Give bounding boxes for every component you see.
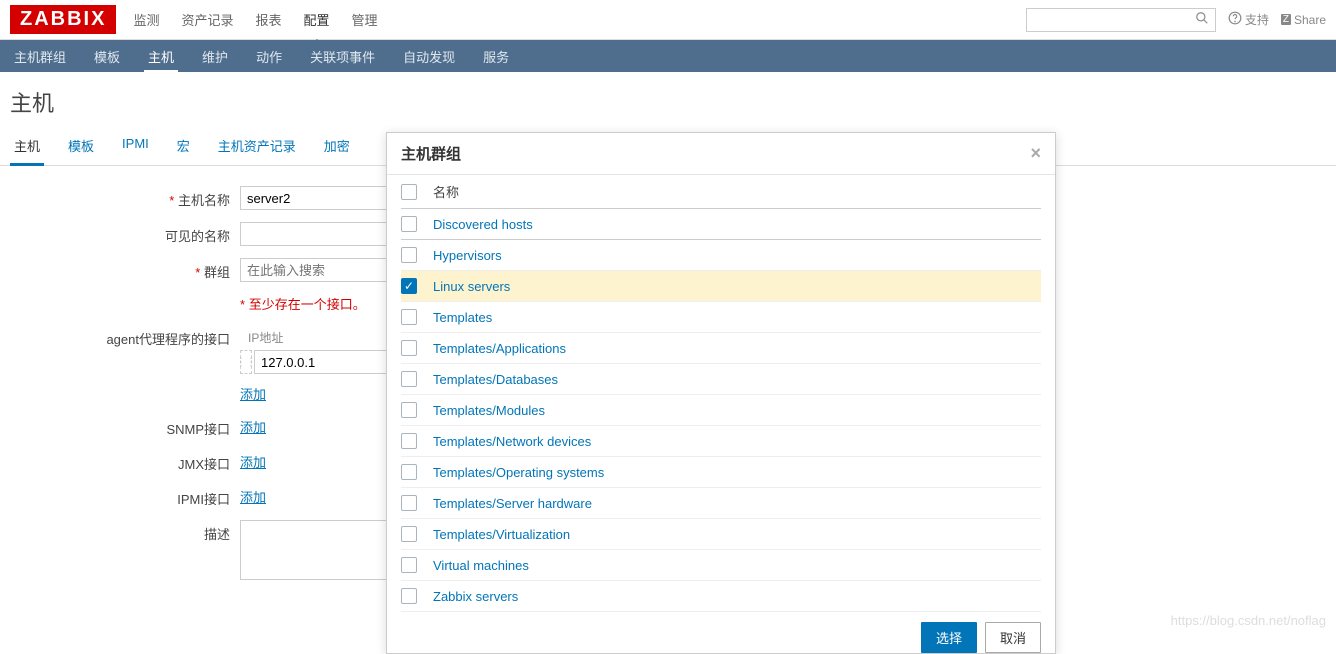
top-nav-item[interactable]: 报表 bbox=[253, 0, 283, 39]
group-row[interactable]: Templates bbox=[401, 302, 1041, 333]
group-name[interactable]: Templates/Applications bbox=[433, 341, 566, 356]
top-right: 支持 Z Share bbox=[1026, 8, 1326, 32]
host-name-label: * 主机名称 bbox=[10, 186, 240, 209]
group-row[interactable]: Discovered hosts bbox=[401, 209, 1041, 240]
drag-handle-icon[interactable]: ⋮⋮ bbox=[240, 350, 252, 374]
ipmi-label: IPMI接口 bbox=[10, 485, 240, 508]
share-label: Share bbox=[1294, 13, 1326, 27]
sub-nav: 主机群组模板主机维护动作关联项事件自动发现服务 bbox=[0, 40, 1336, 72]
logo[interactable]: ZABBIX bbox=[10, 5, 116, 34]
group-checkbox[interactable] bbox=[401, 216, 417, 232]
support-link[interactable]: 支持 bbox=[1228, 11, 1269, 28]
group-row[interactable]: Templates/Virtualization bbox=[401, 519, 1041, 550]
group-checkbox[interactable] bbox=[401, 588, 417, 604]
page-title: 主机 bbox=[0, 72, 1336, 128]
group-row[interactable]: Templates/Operating systems bbox=[401, 457, 1041, 488]
jmx-label: JMX接口 bbox=[10, 450, 240, 473]
interface-hint-label bbox=[10, 294, 240, 298]
group-header-row: 名称 bbox=[401, 175, 1041, 209]
sub-nav-item[interactable]: 服务 bbox=[479, 40, 513, 73]
group-checkbox[interactable] bbox=[401, 557, 417, 573]
group-name[interactable]: Templates/Databases bbox=[433, 372, 558, 387]
group-checkbox[interactable] bbox=[401, 526, 417, 542]
top-nav-item[interactable]: 资产记录 bbox=[179, 0, 235, 39]
watermark: https://blog.csdn.net/noflag bbox=[1171, 613, 1326, 628]
modal-title: 主机群组 bbox=[401, 143, 461, 164]
group-checkbox[interactable] bbox=[401, 309, 417, 325]
group-checkbox[interactable] bbox=[401, 371, 417, 387]
group-name[interactable]: Hypervisors bbox=[433, 248, 502, 263]
groups-label: * 群组 bbox=[10, 258, 240, 281]
group-row[interactable]: Templates/Server hardware bbox=[401, 488, 1041, 519]
search-icon bbox=[1195, 11, 1209, 28]
group-checkbox[interactable] bbox=[401, 247, 417, 263]
share-badge: Z bbox=[1281, 14, 1291, 25]
agent-label: agent代理程序的接口 bbox=[10, 325, 240, 348]
form-tab[interactable]: 主机 bbox=[10, 128, 44, 166]
group-name[interactable]: Templates/Modules bbox=[433, 403, 545, 418]
group-name[interactable]: Templates/Operating systems bbox=[433, 465, 604, 480]
group-checkbox[interactable]: ✓ bbox=[401, 278, 417, 294]
modal-header: 主机群组 × bbox=[387, 133, 1055, 175]
group-checkbox[interactable] bbox=[401, 340, 417, 356]
group-row[interactable]: ✓ Linux servers bbox=[401, 271, 1041, 302]
close-icon[interactable]: × bbox=[1030, 143, 1041, 164]
group-name[interactable]: Templates/Virtualization bbox=[433, 527, 570, 542]
group-name[interactable]: Virtual machines bbox=[433, 558, 529, 573]
select-all-checkbox[interactable] bbox=[401, 184, 417, 200]
agent-add-link[interactable]: 添加 bbox=[240, 382, 266, 403]
group-row[interactable]: Virtual machines bbox=[401, 550, 1041, 581]
group-row[interactable]: Hypervisors bbox=[401, 240, 1041, 271]
group-checkbox[interactable] bbox=[401, 433, 417, 449]
top-nav: 监测资产记录报表配置管理 bbox=[131, 0, 379, 39]
group-name[interactable]: Linux servers bbox=[433, 279, 510, 294]
group-checkbox[interactable] bbox=[401, 464, 417, 480]
host-groups-modal: 主机群组 × 名称 Discovered hosts Hypervisors ✓ Li… bbox=[386, 132, 1056, 654]
snmp-label: SNMP接口 bbox=[10, 415, 240, 438]
top-header: ZABBIX 监测资产记录报表配置管理 支持 Z Share bbox=[0, 0, 1336, 40]
sub-nav-item[interactable]: 维护 bbox=[198, 40, 232, 73]
interface-hint: * 至少存在一个接口。 bbox=[240, 294, 366, 313]
form-tab[interactable]: 宏 bbox=[173, 128, 194, 165]
group-name[interactable]: Templates bbox=[433, 310, 492, 325]
group-row[interactable]: Templates/Databases bbox=[401, 364, 1041, 395]
group-row[interactable]: Templates/Network devices bbox=[401, 426, 1041, 457]
jmx-add-link[interactable]: 添加 bbox=[240, 450, 266, 471]
sub-nav-item[interactable]: 自动发现 bbox=[399, 40, 459, 73]
support-label: 支持 bbox=[1245, 11, 1269, 28]
group-checkbox[interactable] bbox=[401, 402, 417, 418]
snmp-add-link[interactable]: 添加 bbox=[240, 415, 266, 436]
question-icon bbox=[1228, 11, 1242, 28]
modal-footer: 选择 取消 bbox=[387, 612, 1055, 653]
sub-nav-item[interactable]: 主机群组 bbox=[10, 40, 70, 73]
group-name[interactable]: Templates/Server hardware bbox=[433, 496, 592, 511]
group-list: Discovered hosts Hypervisors ✓ Linux server… bbox=[401, 209, 1041, 612]
ipmi-add-link[interactable]: 添加 bbox=[240, 485, 266, 506]
form-tab[interactable]: 主机资产记录 bbox=[214, 128, 300, 165]
group-name[interactable]: Zabbix servers bbox=[433, 589, 518, 604]
group-header-label: 名称 bbox=[433, 182, 459, 201]
group-name[interactable]: Discovered hosts bbox=[433, 217, 533, 232]
sub-nav-item[interactable]: 主机 bbox=[144, 40, 178, 73]
sub-nav-item[interactable]: 动作 bbox=[252, 40, 286, 73]
share-link[interactable]: Z Share bbox=[1281, 13, 1326, 27]
group-row[interactable]: Zabbix servers bbox=[401, 581, 1041, 612]
group-checkbox[interactable] bbox=[401, 495, 417, 511]
top-nav-item[interactable]: 监测 bbox=[131, 0, 161, 39]
search-input[interactable] bbox=[1026, 8, 1216, 32]
desc-label: 描述 bbox=[10, 520, 240, 543]
top-nav-item[interactable]: 配置 bbox=[302, 0, 332, 39]
group-row[interactable]: Templates/Modules bbox=[401, 395, 1041, 426]
top-nav-item[interactable]: 管理 bbox=[350, 0, 380, 39]
modal-body: 名称 Discovered hosts Hypervisors ✓ Linux ser… bbox=[387, 175, 1055, 612]
sub-nav-item[interactable]: 模板 bbox=[90, 40, 124, 73]
visible-name-label: 可见的名称 bbox=[10, 222, 240, 245]
group-row[interactable]: Templates/Applications bbox=[401, 333, 1041, 364]
form-tab[interactable]: 模板 bbox=[64, 128, 98, 165]
form-tab[interactable]: 加密 bbox=[320, 128, 354, 165]
group-name[interactable]: Templates/Network devices bbox=[433, 434, 591, 449]
form-tab[interactable]: IPMI bbox=[118, 128, 153, 165]
